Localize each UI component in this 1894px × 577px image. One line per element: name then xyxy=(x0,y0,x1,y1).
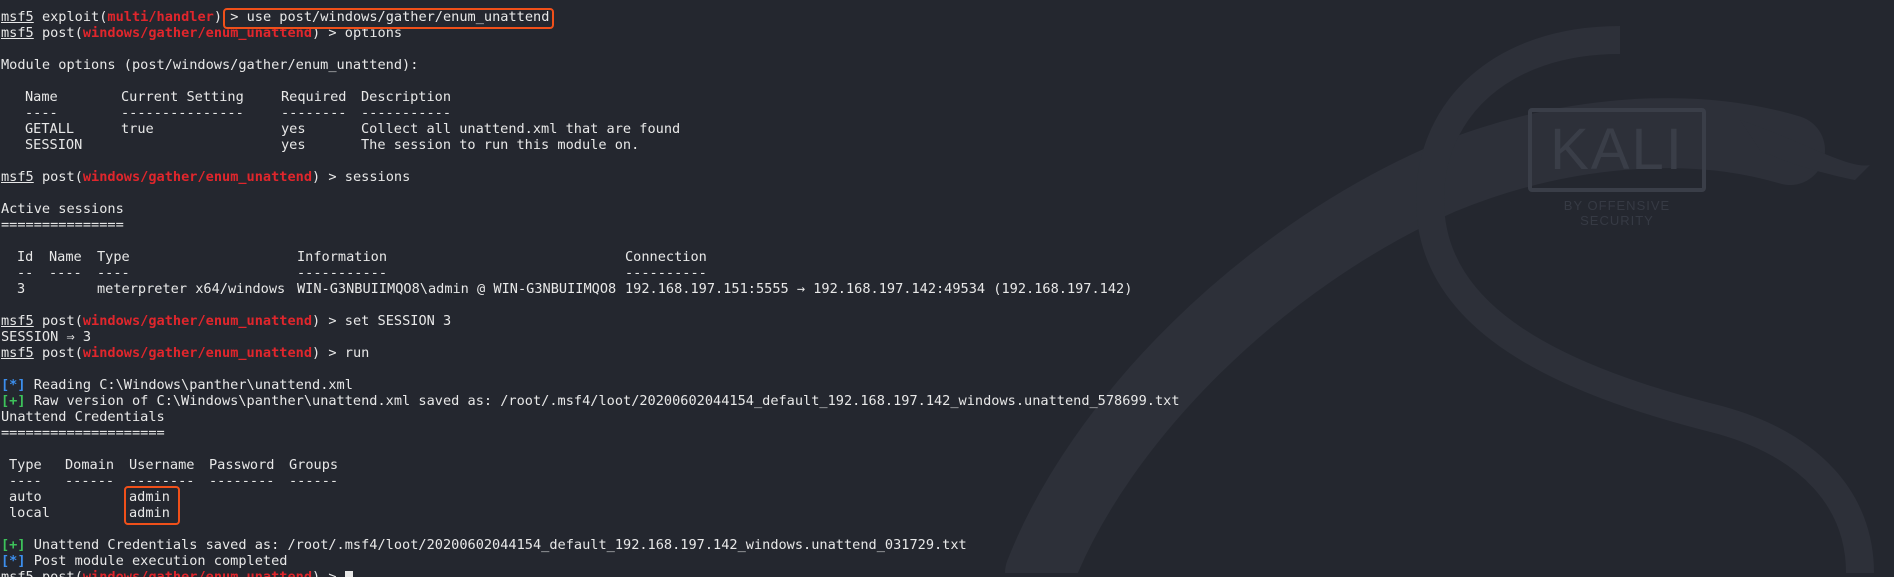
status-line: [+] Raw version of C:\Windows\panther\un… xyxy=(1,393,1894,409)
sessions-header: IdNameTypeInformationConnection xyxy=(1,249,1894,265)
status-line: [*] Reading C:\Windows\panther\unattend.… xyxy=(1,377,1894,393)
info-marker: [*] xyxy=(1,377,26,393)
text-cursor xyxy=(345,571,353,577)
section-title: Unattend Credentials xyxy=(1,409,1894,425)
set-result: SESSION ⇒ 3 xyxy=(1,329,1894,345)
current-prompt-line[interactable]: msf5 post(windows/gather/enum_unattend) … xyxy=(1,569,1894,577)
module-name: windows/gather/enum_unattend xyxy=(83,313,312,329)
terminal-line: msf5 post(windows/gather/enum_unattend) … xyxy=(1,25,1894,41)
section-title: Module options (post/windows/gather/enum… xyxy=(1,57,1894,73)
command-text: run xyxy=(345,345,370,361)
terminal-output[interactable]: msf5 exploit(multi/handler) > use post/w… xyxy=(1,0,1894,573)
msf-prompt: msf5 xyxy=(1,313,34,329)
command-text: set SESSION 3 xyxy=(345,313,451,329)
terminal-line: msf5 post(windows/gather/enum_unattend) … xyxy=(1,169,1894,185)
command-text: > use post/windows/gather/enum_unattend xyxy=(230,9,549,25)
msf-prompt: msf5 xyxy=(1,25,34,41)
msf-prompt: msf5 xyxy=(1,345,34,361)
status-line: [*] Post module execution completed xyxy=(1,553,1894,569)
success-marker: [+] xyxy=(1,537,26,553)
terminal-line: msf5 exploit(multi/handler) > use post/w… xyxy=(1,9,1894,25)
module-name: windows/gather/enum_unattend xyxy=(83,169,312,185)
options-header: NameCurrent SettingRequiredDescription xyxy=(1,89,1894,105)
section-underline: =============== xyxy=(1,217,1894,233)
module-name: multi/handler xyxy=(107,9,213,25)
session-row: 3meterpreter x64/windowsWIN-G3NBUIIMQO8\… xyxy=(1,281,1894,297)
command-text: options xyxy=(345,25,402,41)
terminal-line: msf5 post(windows/gather/enum_unattend) … xyxy=(1,313,1894,329)
terminal-line: msf5 post(windows/gather/enum_unattend) … xyxy=(1,345,1894,361)
section-underline: ==================== xyxy=(1,425,1894,441)
msf-prompt: msf5 xyxy=(1,9,34,25)
options-row: SESSIONyesThe session to run this module… xyxy=(1,137,1894,153)
section-title: Active sessions xyxy=(1,201,1894,217)
msf-prompt: msf5 xyxy=(1,569,34,577)
module-name: windows/gather/enum_unattend xyxy=(83,25,312,41)
success-marker: [+] xyxy=(1,393,26,409)
options-row: GETALLtrueyesCollect all unattend.xml th… xyxy=(1,121,1894,137)
credential-row: autoadmin xyxy=(1,489,1894,505)
credential-row: localadmin xyxy=(1,505,1894,521)
options-divider: -------------------------------------- xyxy=(1,105,1894,121)
credentials-header: TypeDomainUsernamePasswordGroups xyxy=(1,457,1894,473)
module-name: windows/gather/enum_unattend xyxy=(83,345,312,361)
status-line: [+] Unattend Credentials saved as: /root… xyxy=(1,537,1894,553)
sessions-divider: ------------------------------- xyxy=(1,265,1894,281)
info-marker: [*] xyxy=(1,553,26,569)
msf-prompt: msf5 xyxy=(1,169,34,185)
credentials-divider: -------------------------------- xyxy=(1,473,1894,489)
module-name: windows/gather/enum_unattend xyxy=(83,569,312,577)
command-text: sessions xyxy=(345,169,410,185)
